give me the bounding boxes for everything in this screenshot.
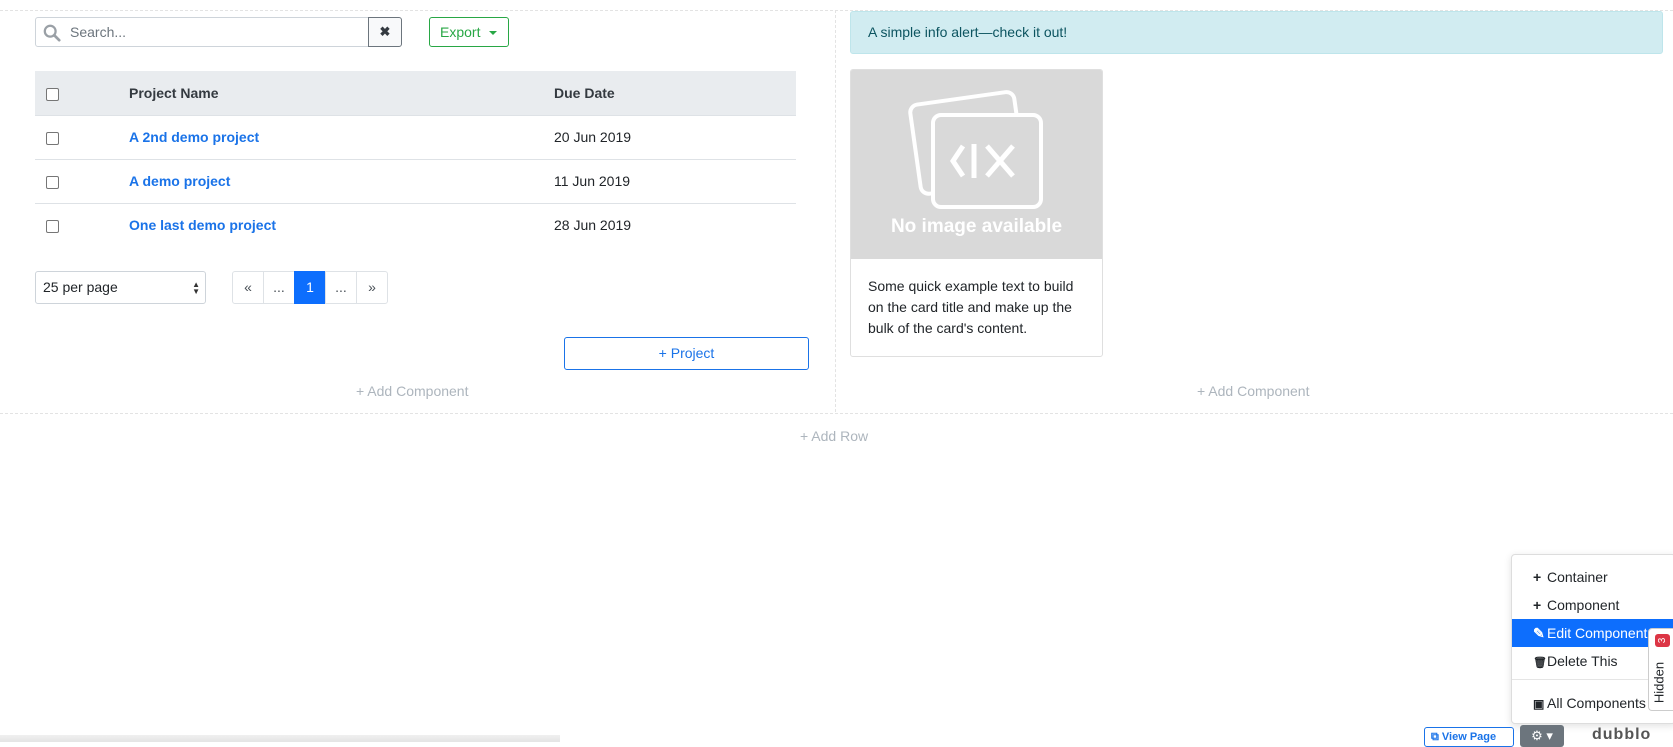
view-page-button[interactable]: ⧉ View Page [1424,727,1514,747]
menu-item-label: Delete This [1547,653,1618,669]
select-all-checkbox[interactable] [46,88,59,101]
table-row: A 2nd demo project 20 Jun 2019 [35,116,796,160]
projects-table: Project Name Due Date A 2nd demo project… [35,71,796,247]
settings-button[interactable]: ⚙ ▾ [1520,725,1564,747]
due-date-cell: 11 Jun 2019 [554,173,631,189]
caret-down-icon [489,31,497,35]
add-project-button[interactable]: + Project [564,337,809,370]
card-body-text: Some quick example text to build on the … [868,278,1074,336]
search-field[interactable] [35,17,369,47]
page-1-button[interactable]: 1 [294,271,326,304]
column-header-due-date[interactable]: Due Date [554,71,615,115]
brand-logo: dubblo [1592,726,1652,743]
export-label: Export [440,24,481,40]
row-checkbox[interactable] [46,220,59,233]
menu-item-component[interactable]: + Component [1512,591,1673,619]
due-date-cell: 20 Jun 2019 [554,129,632,145]
select-arrows-icon: ▲ ▼ [192,280,200,296]
info-alert: A simple info alert—check it out! [850,11,1663,54]
table-header: Project Name Due Date [35,71,796,116]
page-first-button[interactable]: « [232,271,264,304]
menu-item-container[interactable]: + Container [1512,563,1673,591]
page-last-button[interactable]: » [356,271,388,304]
search-input[interactable] [70,18,360,46]
add-component-link-left[interactable]: + Add Component [356,383,468,399]
table-row: A demo project 11 Jun 2019 [35,160,796,204]
add-row-link[interactable]: + Add Row [800,428,868,444]
menu-item-label: Component [1547,597,1620,613]
trash-icon: 🗑 [1533,657,1547,669]
gear-icon: ⚙ ▾ [1531,728,1553,743]
plus-icon: + [1533,569,1542,585]
menu-item-label: All Components [1547,695,1646,711]
plus-icon: + [1533,597,1542,613]
menu-item-label: Edit Component [1547,625,1648,641]
hidden-components-tab[interactable]: 3 Hidden [1648,628,1673,711]
bottom-bar-shadow [0,735,560,742]
column-divider [835,10,836,412]
card: No image available Some quick example te… [850,69,1103,357]
due-date-cell: 28 Jun 2019 [554,217,632,233]
hidden-tab-label: Hidden [1651,661,1667,704]
export-dropdown-button[interactable]: Export [429,17,509,47]
menu-item-label: Container [1547,569,1608,585]
per-page-select[interactable]: 25 per page ▲ ▼ [35,271,206,304]
clear-search-button[interactable]: ✖ [368,17,402,47]
close-icon: ✖ [379,24,391,39]
page-ellipsis[interactable]: ... [325,271,357,304]
project-link[interactable]: One last demo project [129,204,276,247]
search-icon [43,24,61,42]
project-link[interactable]: A 2nd demo project [129,116,259,159]
column-header-project-name[interactable]: Project Name [129,71,218,115]
pagination: « ... 1 ... » [232,271,388,304]
row-checkbox[interactable] [46,176,59,189]
card-image-placeholder: No image available [851,70,1102,259]
view-page-label: View Page [1441,731,1497,743]
alert-text: A simple info alert—check it out! [868,24,1068,40]
project-link[interactable]: A demo project [129,160,230,203]
no-image-text: No image available [890,216,1063,237]
table-row: One last demo project 28 Jun 2019 [35,204,796,247]
add-component-link-right[interactable]: + Add Component [1197,383,1309,399]
pencil-icon: ✎ [1533,625,1545,641]
per-page-value: 25 per page [43,279,118,295]
row-checkbox[interactable] [46,132,59,145]
page-ellipsis[interactable]: ... [263,271,295,304]
hidden-count-badge: 3 [1655,634,1670,647]
image-placeholder-icon [908,90,1043,209]
components-icon: ▣ [1533,697,1545,711]
